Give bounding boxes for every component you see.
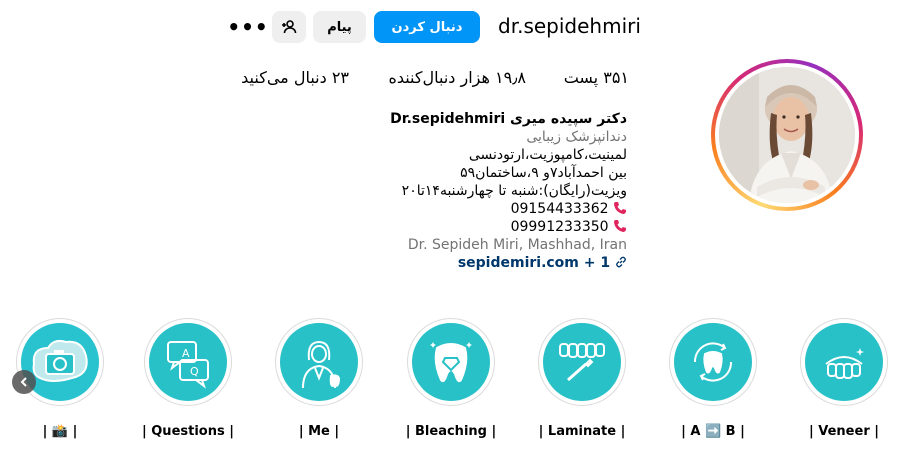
bio-location: Dr. Sepideh Miri, Mashhad, Iran [407, 237, 627, 253]
highlight-label: | Veneer | [808, 424, 879, 439]
suggest-user-button[interactable] [272, 11, 306, 43]
highlight-laminate[interactable]: | Laminate | [534, 318, 630, 439]
more-options-button[interactable]: ••• [227, 15, 267, 39]
highlight-label: | Me | [298, 424, 340, 439]
highlights-scroll-left-button[interactable] [12, 370, 36, 394]
bio-link[interactable]: sepidemiri.com + 1 [367, 254, 627, 272]
followers-count[interactable]: ۱۹٫۸ هزار دنبال‌کننده [386, 68, 526, 87]
following-count[interactable]: ۲۳ دنبال می‌کنید [229, 68, 349, 87]
highlight-veneer[interactable]: | Veneer | [796, 318, 892, 439]
phone-icon [614, 202, 626, 214]
link-icon [616, 256, 626, 268]
highlight-label: | Bleaching | [405, 424, 497, 439]
phone-icon [614, 220, 626, 232]
diamond-tooth-icon [430, 342, 472, 383]
add-person-icon [282, 20, 297, 34]
profile-avatar[interactable] [711, 59, 863, 211]
profile-bio: دکتر سپیده میری Dr.sepidehmiri دندانپزشک… [367, 110, 627, 272]
highlight-label: | A ➡️ B | [681, 424, 745, 439]
tooth-cycle-icon [693, 342, 733, 382]
highlight-label: | Laminate | [538, 424, 626, 439]
profile-full-name: دکتر سپیده میری Dr.sepidehmiri [390, 111, 627, 127]
posts-count: ۳۵۱ پست [563, 68, 629, 87]
follow-button[interactable]: دنبال کردن [374, 11, 480, 43]
svg-text:Q: Q [190, 365, 199, 378]
bio-services-line: لمینیت،کامپوزیت،ارتودنسی [468, 147, 627, 163]
profile-category: دندانپزشک زیبایی [526, 129, 627, 145]
doctor-woman-icon [302, 340, 341, 389]
highlight-me[interactable]: | Me | [271, 318, 367, 439]
highlight-questions[interactable]: A Q | Questions | [140, 318, 236, 439]
laminate-teeth-icon [559, 343, 605, 382]
avatar-photo [719, 67, 855, 203]
veneer-teeth-icon [825, 348, 864, 379]
highlight-label: | 📸 | [42, 424, 78, 439]
chevron-left-icon [20, 377, 27, 387]
highlight-label: | Questions | [141, 424, 234, 439]
highlight-a-to-b[interactable]: | A ➡️ B | [665, 318, 761, 439]
bio-address-line: بین احمدآباد۷و ۹،ساختمان۵۹ [460, 165, 627, 181]
message-button[interactable]: پیام [313, 11, 366, 43]
svg-text:A: A [182, 347, 190, 360]
camera-icon [32, 339, 88, 382]
highlight-bleaching[interactable]: | Bleaching | [403, 318, 499, 439]
bio-visit-hours-line: ویزیت(رایگان):شنبه تا چهارشنبه۱۴تا۲۰ [401, 183, 627, 199]
profile-username: dr.sepidehmiri [498, 14, 641, 38]
qa-bubbles-icon: A Q [167, 341, 209, 389]
bio-phone-2: 09991233350 [367, 218, 627, 236]
bio-phone-1: 09154433362 [367, 200, 627, 218]
